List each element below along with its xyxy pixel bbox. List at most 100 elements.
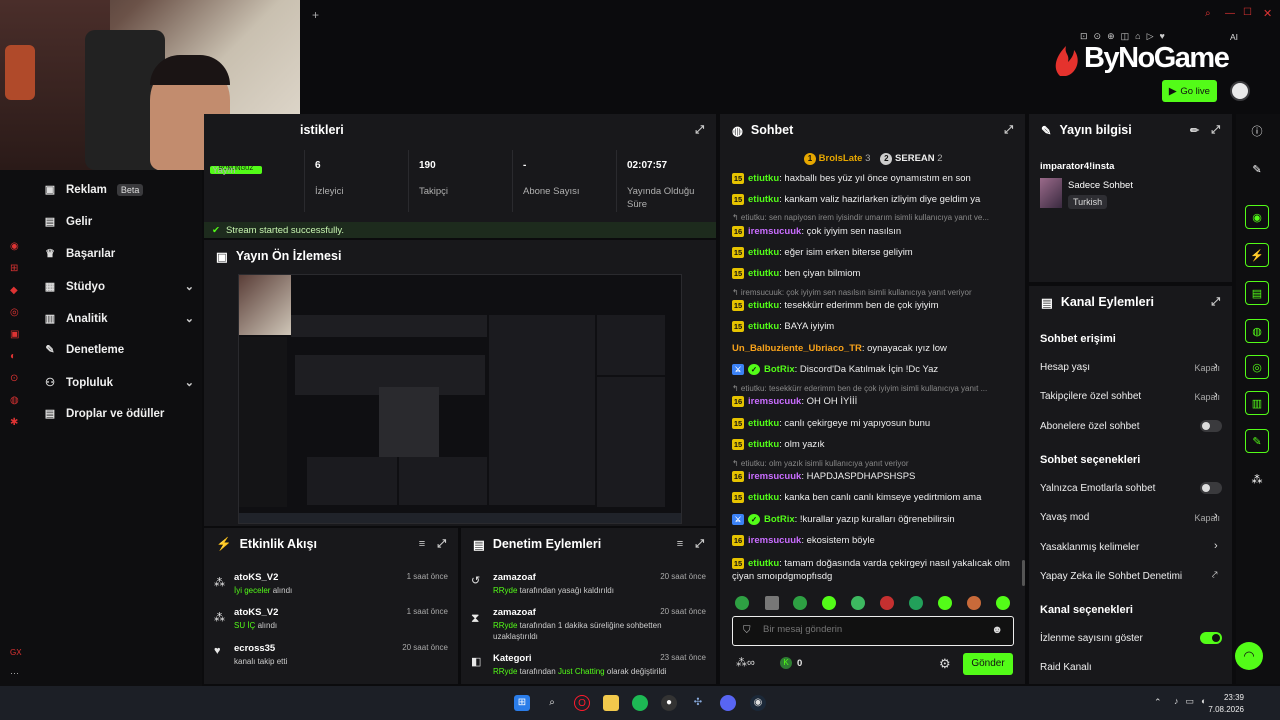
popout-icon[interactable]: ⤢ — [1211, 296, 1220, 309]
search-icon[interactable]: ⌕ — [544, 695, 560, 711]
chat-input[interactable] — [763, 624, 983, 635]
emote[interactable] — [735, 596, 749, 610]
obs-icon[interactable]: ● — [661, 695, 677, 711]
popout-icon[interactable]: ⤢ — [695, 124, 704, 137]
revenue-icon: ▤ — [44, 216, 56, 228]
category-name[interactable]: Sadece Sohbet — [1068, 180, 1133, 191]
emote[interactable] — [851, 596, 865, 610]
network-app-icon[interactable]: ✣ — [690, 695, 706, 711]
slow-mode-label[interactable]: Yavaş mod — [1040, 512, 1089, 523]
stat-abone: - Abone Sayısı — [512, 150, 612, 212]
emote[interactable] — [793, 596, 807, 610]
chat-reply-context: ↰ etiutku: tesekkürr ederimm ben de çok … — [732, 384, 988, 393]
emote[interactable] — [822, 596, 836, 610]
show-viewers-toggle[interactable] — [1200, 632, 1222, 644]
discord-icon[interactable] — [720, 695, 736, 711]
popout-icon[interactable]: ⤢ — [695, 538, 704, 551]
sidebar-item-denetleme[interactable]: ✎ Denetleme — [44, 344, 194, 356]
sidebar-item-basarilar[interactable]: ♛ Başarılar — [44, 248, 194, 260]
filter-icon[interactable]: ≡ — [677, 538, 683, 551]
broadcast-icon[interactable]: ◎ — [1245, 355, 1269, 379]
followers-only-label[interactable]: Takipçilere özel sohbet — [1040, 391, 1141, 402]
chat-input-box[interactable]: ⛉ ☻ — [732, 616, 1014, 646]
chevron-right-icon[interactable]: › — [1214, 510, 1218, 522]
close-icon[interactable]: ✕ — [1263, 7, 1272, 20]
minimize-icon[interactable]: — — [1225, 8, 1235, 19]
popout-icon[interactable]: ⤢ — [1004, 124, 1013, 137]
subs-only-toggle[interactable] — [1200, 420, 1222, 432]
wrench-icon[interactable]: ✎ — [1245, 429, 1269, 453]
steam-icon[interactable]: ◉ — [750, 695, 766, 711]
emote[interactable] — [909, 596, 923, 610]
chat-message: 16 iremsucuuk: çok iyiyim sen nasılsın — [732, 226, 902, 238]
chevron-right-icon[interactable]: › — [1214, 389, 1218, 401]
sidebar-item-droplar[interactable]: ▤ Droplar ve ödüller — [44, 408, 194, 420]
chat-bubble-icon: ◍ — [732, 123, 743, 138]
community-icon[interactable]: ⁂∞ — [736, 656, 755, 669]
sidebar-item-studyo[interactable]: ▦ Stüdyo ⌄ — [44, 280, 194, 294]
preview-panel: ▣ Yayın Ön İzlemesi — [204, 240, 716, 526]
more-icon[interactable]: ⋯ — [10, 668, 19, 679]
banned-words-label[interactable]: Yasaklanmış kelimeler — [1040, 542, 1139, 553]
search-icon[interactable]: ⌕ — [1205, 8, 1211, 19]
emote[interactable] — [880, 596, 894, 610]
windows-start-icon[interactable]: ⊞ — [514, 695, 530, 711]
record-icon[interactable]: ◉ — [1245, 205, 1269, 229]
popout-icon[interactable]: ⤢ — [437, 538, 446, 551]
pencil-icon[interactable]: ✎ — [1245, 157, 1269, 181]
account-age-label[interactable]: Hesap yaşı — [1040, 362, 1090, 373]
support-chat-button[interactable]: ◠ — [1235, 642, 1263, 670]
info-icon[interactable]: ⓘ — [1245, 119, 1269, 143]
sidebar-item-reklam[interactable]: ▣ Reklam Beta — [44, 184, 194, 196]
layout-icon[interactable]: ▥ — [1245, 391, 1269, 415]
gear-icon[interactable]: ⚙ — [939, 656, 951, 672]
opera-gx-icon[interactable]: O — [574, 695, 590, 711]
leader-2[interactable]: 2 SEREAN 2 — [880, 153, 943, 165]
chevron-right-icon[interactable]: › — [1214, 360, 1218, 372]
popout-icon[interactable]: ⤢ — [1211, 124, 1220, 137]
emote[interactable] — [996, 596, 1010, 610]
mod-row: ◧ Kategori RRyde tarafından Just Chatting … — [471, 653, 706, 676]
tray-chevron-icon[interactable]: ⌃ — [1154, 697, 1162, 708]
ai-moderation-label[interactable]: Yapay Zeka ile Sohbet Denetimi — [1040, 571, 1182, 582]
panel-title: istikleri — [300, 123, 344, 137]
chevron-right-icon[interactable]: › — [1214, 540, 1218, 552]
stream-info-panel: ✎ Yayın bilgisi ✏ ⤢ imparator4!insta Sadece… — [1029, 114, 1232, 282]
community-icon[interactable]: ⁂ — [1245, 467, 1269, 491]
emoji-picker-icon[interactable]: ☻ — [991, 624, 1003, 636]
filter-icon[interactable]: ≡ — [419, 538, 425, 551]
lightning-icon[interactable]: ⚡ — [1245, 243, 1269, 267]
chat-message: 15 etiutku: kanka ben canlı canlı kimseye… — [732, 492, 982, 504]
kick-points-icon[interactable]: K — [780, 657, 792, 669]
external-link-icon[interactable]: ⤤ — [1212, 570, 1218, 581]
go-live-button[interactable]: ▶ Go live — [1162, 80, 1217, 102]
sidebar-item-analitik[interactable]: ▥ Analitik ⌄ — [44, 312, 194, 326]
leader-1[interactable]: 1 BrolsLate 3 — [804, 153, 870, 165]
emote[interactable] — [967, 596, 981, 610]
chat-bubble-icon[interactable]: ◍ — [1245, 319, 1269, 343]
document-icon[interactable]: ▤ — [1245, 281, 1269, 305]
ad-icon: ▣ — [44, 184, 56, 196]
sidebar-item-topluluk[interactable]: ⚇ Topluluk ⌄ — [44, 376, 194, 390]
clock-time[interactable]: 23:39 — [1222, 693, 1244, 702]
file-explorer-icon[interactable] — [603, 695, 619, 711]
chat-scrollbar[interactable] — [1022, 560, 1025, 586]
avatar[interactable] — [1230, 81, 1250, 101]
document-icon: ▤ — [1041, 295, 1053, 310]
emote[interactable] — [765, 596, 779, 610]
send-button[interactable]: Gönder — [963, 653, 1013, 675]
sidebar-item-gelir[interactable]: ▤ Gelir — [44, 216, 194, 228]
maximize-icon[interactable]: ☐ — [1243, 7, 1252, 18]
raid-channel-label[interactable]: Raid Kanalı — [1040, 662, 1092, 673]
emote-only-toggle[interactable] — [1200, 482, 1222, 494]
browser-side-icons[interactable]: ◉ ⊞ ◆ ◎ ▣ ◐ ⊙ ◍ ✱ — [10, 236, 19, 434]
emote[interactable] — [938, 596, 952, 610]
stream-preview-video[interactable] — [238, 274, 682, 524]
wrench-icon: ✎ — [45, 344, 55, 356]
language-tag[interactable]: Turkish — [1068, 195, 1108, 209]
spotify-icon[interactable] — [632, 695, 648, 711]
edit-icon[interactable]: ✏ — [1190, 124, 1199, 137]
clock-date[interactable]: 7.08.2026 — [1204, 705, 1244, 714]
new-tab-button[interactable]: + — [312, 8, 319, 22]
stat-takipci: 190 Takipçi — [408, 150, 508, 212]
